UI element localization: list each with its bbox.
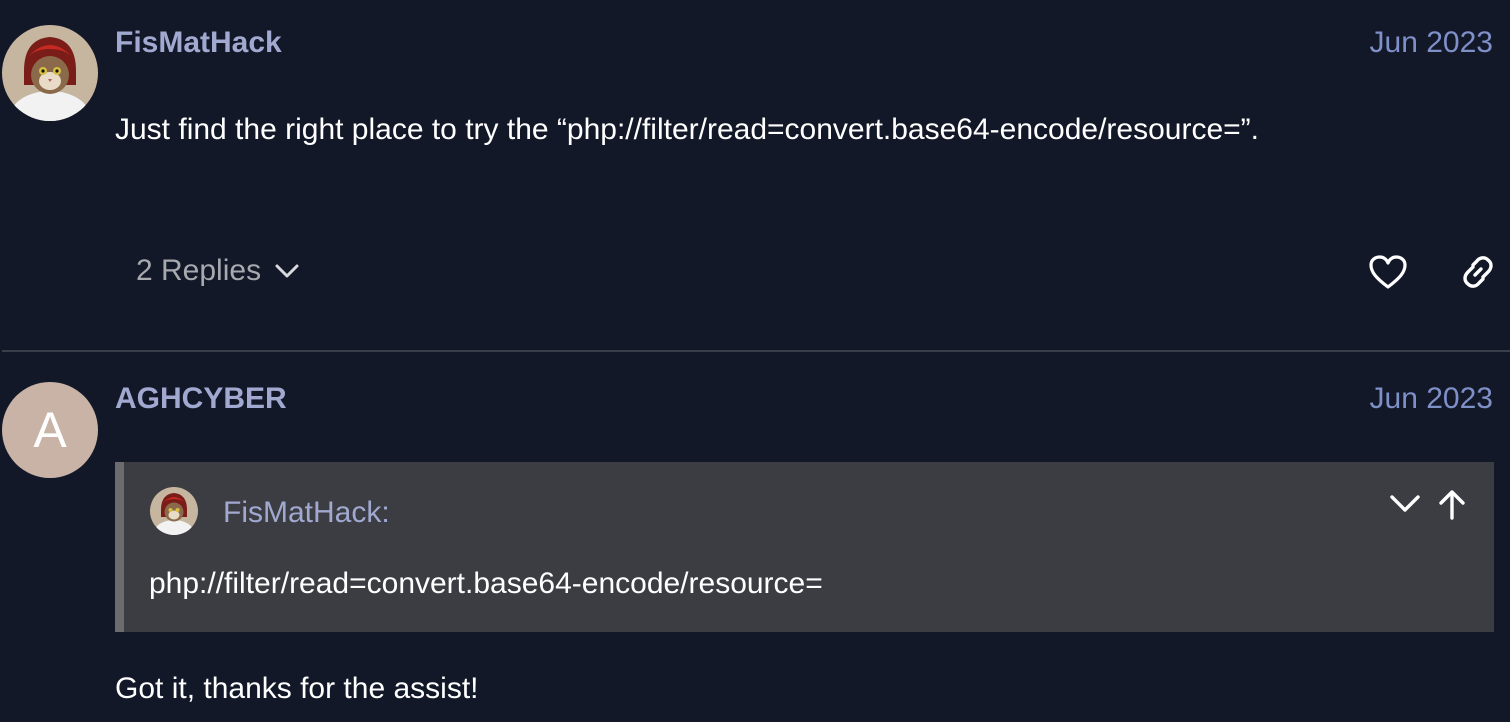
avatar[interactable]: A <box>2 382 98 478</box>
heart-icon <box>1369 255 1407 289</box>
chevron-down-icon <box>1390 495 1420 512</box>
post-date[interactable]: Jun 2023 <box>1370 28 1493 58</box>
cat-hoodie-avatar-icon <box>150 487 198 535</box>
avatar[interactable] <box>2 25 98 121</box>
post-body: Got it, thanks for the assist! <box>115 672 479 705</box>
arrow-up-icon <box>1439 490 1465 520</box>
quote-username[interactable]: FisMatHack: <box>223 498 390 528</box>
expand-quote-button[interactable] <box>1389 493 1421 520</box>
quote-text: php://filter/read=convert.base64-encode/… <box>149 567 823 600</box>
post-fismathack: FisMatHack Jun 2023 Just find the right … <box>0 0 1510 350</box>
post-body: Just find the right place to try the “ph… <box>115 113 1259 146</box>
share-link-button[interactable] <box>1459 254 1497 295</box>
quote-block: FisMatHack: php://filter/read=convert.ba… <box>115 462 1494 632</box>
link-icon <box>1463 256 1493 288</box>
go-to-quoted-post-button[interactable] <box>1438 489 1466 526</box>
replies-toggle-button[interactable]: 2 Replies <box>136 256 299 286</box>
like-button[interactable] <box>1368 254 1408 295</box>
avatar-letter: A <box>33 402 67 458</box>
cat-hoodie-avatar-icon <box>2 25 98 121</box>
quote-avatar[interactable] <box>150 487 198 535</box>
username[interactable]: FisMatHack <box>115 28 282 58</box>
replies-label: 2 Replies <box>136 254 262 287</box>
chevron-down-icon <box>275 264 299 278</box>
username[interactable]: AGHCYBER <box>115 384 287 414</box>
post-date[interactable]: Jun 2023 <box>1370 384 1493 414</box>
